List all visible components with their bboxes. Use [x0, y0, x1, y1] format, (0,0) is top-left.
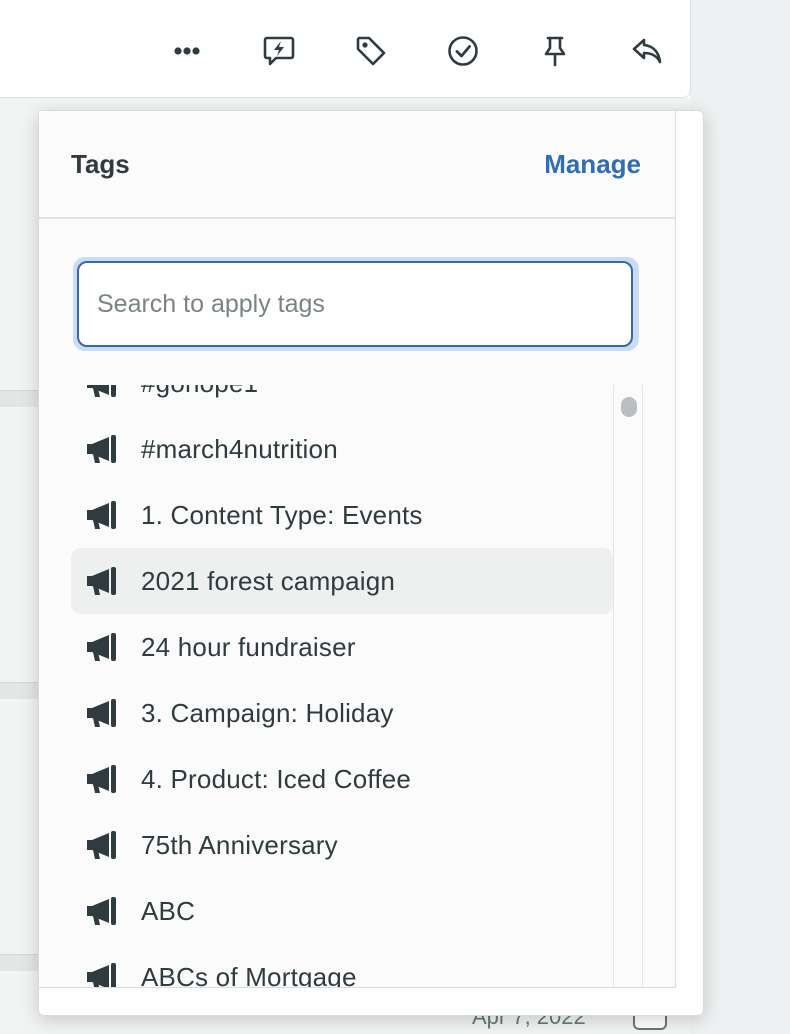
tags-popover: Tags Manage #gohope1 #march4nutrition — [38, 110, 704, 1016]
tag-label: 3. Campaign: Holiday — [141, 697, 394, 728]
tag-label: ABC — [141, 895, 196, 926]
reply-icon — [632, 38, 662, 64]
megaphone-icon — [87, 963, 116, 987]
tag-label: #march4nutrition — [141, 433, 338, 464]
tag-list: #gohope1 #march4nutrition 1. Content Typ… — [71, 385, 613, 987]
tag-list-item[interactable]: 2021 forest campaign — [71, 548, 613, 614]
tag-list-item[interactable]: #march4nutrition — [71, 416, 613, 482]
tag-list-item[interactable]: ABCs of Mortgage — [71, 944, 613, 987]
megaphone-icon — [87, 567, 116, 595]
more-options-button[interactable] — [164, 28, 210, 74]
megaphone-icon — [87, 765, 116, 793]
megaphone-icon — [87, 831, 116, 859]
tag-label: 2021 forest campaign — [141, 565, 396, 596]
tags-title: Tags — [71, 149, 130, 179]
lightning-chat-icon — [263, 36, 295, 66]
tag-list-item[interactable]: 24 hour fundraiser — [71, 614, 613, 680]
tag-search-focus-ring — [73, 257, 639, 351]
tag-list-item[interactable]: 1. Content Type: Events — [71, 482, 613, 548]
megaphone-icon — [87, 897, 116, 925]
tag-search-input[interactable] — [77, 261, 633, 347]
tag-label: 1. Content Type: Events — [141, 499, 423, 530]
check-circle-icon — [448, 36, 478, 66]
pin-button[interactable] — [532, 28, 578, 74]
tag-list-item[interactable]: 4. Product: Iced Coffee — [71, 746, 613, 812]
megaphone-icon — [87, 385, 116, 397]
background-row-divider — [0, 954, 40, 971]
background-row-divider — [0, 682, 40, 699]
tag-list-scrollbar[interactable] — [613, 385, 643, 987]
megaphone-icon — [87, 501, 116, 529]
ellipsis-icon — [174, 47, 200, 55]
tag-list-item[interactable]: 75th Anniversary — [71, 812, 613, 878]
tag-label: 75th Anniversary — [141, 829, 338, 860]
right-gutter — [690, 0, 790, 1034]
background-row-divider — [0, 390, 40, 407]
pin-icon — [544, 36, 566, 67]
tags-panel: Tags Manage #gohope1 #march4nutrition — [39, 111, 676, 988]
megaphone-icon — [87, 699, 116, 727]
tag-label: 24 hour fundraiser — [141, 631, 356, 662]
tags-header: Tags Manage — [39, 111, 675, 219]
tag-label: #gohope1 — [141, 385, 258, 399]
megaphone-icon — [87, 633, 116, 661]
scrollbar-thumb[interactable] — [621, 397, 637, 417]
message-toolbar — [0, 0, 691, 98]
tag-label: 4. Product: Iced Coffee — [141, 763, 412, 794]
tag-list-item[interactable]: #gohope1 — [71, 385, 613, 416]
tag-button[interactable] — [348, 28, 394, 74]
tag-icon — [356, 36, 386, 66]
manage-tags-link[interactable]: Manage — [544, 149, 641, 180]
tag-label: ABCs of Mortgage — [141, 961, 357, 988]
tag-list-item[interactable]: 3. Campaign: Holiday — [71, 680, 613, 746]
tag-list-item[interactable]: ABC — [71, 878, 613, 944]
quick-reply-button[interactable] — [256, 28, 302, 74]
tag-list-items: #gohope1 #march4nutrition 1. Content Typ… — [71, 385, 613, 987]
complete-button[interactable] — [440, 28, 486, 74]
reply-button[interactable] — [624, 28, 670, 74]
megaphone-icon — [87, 435, 116, 463]
